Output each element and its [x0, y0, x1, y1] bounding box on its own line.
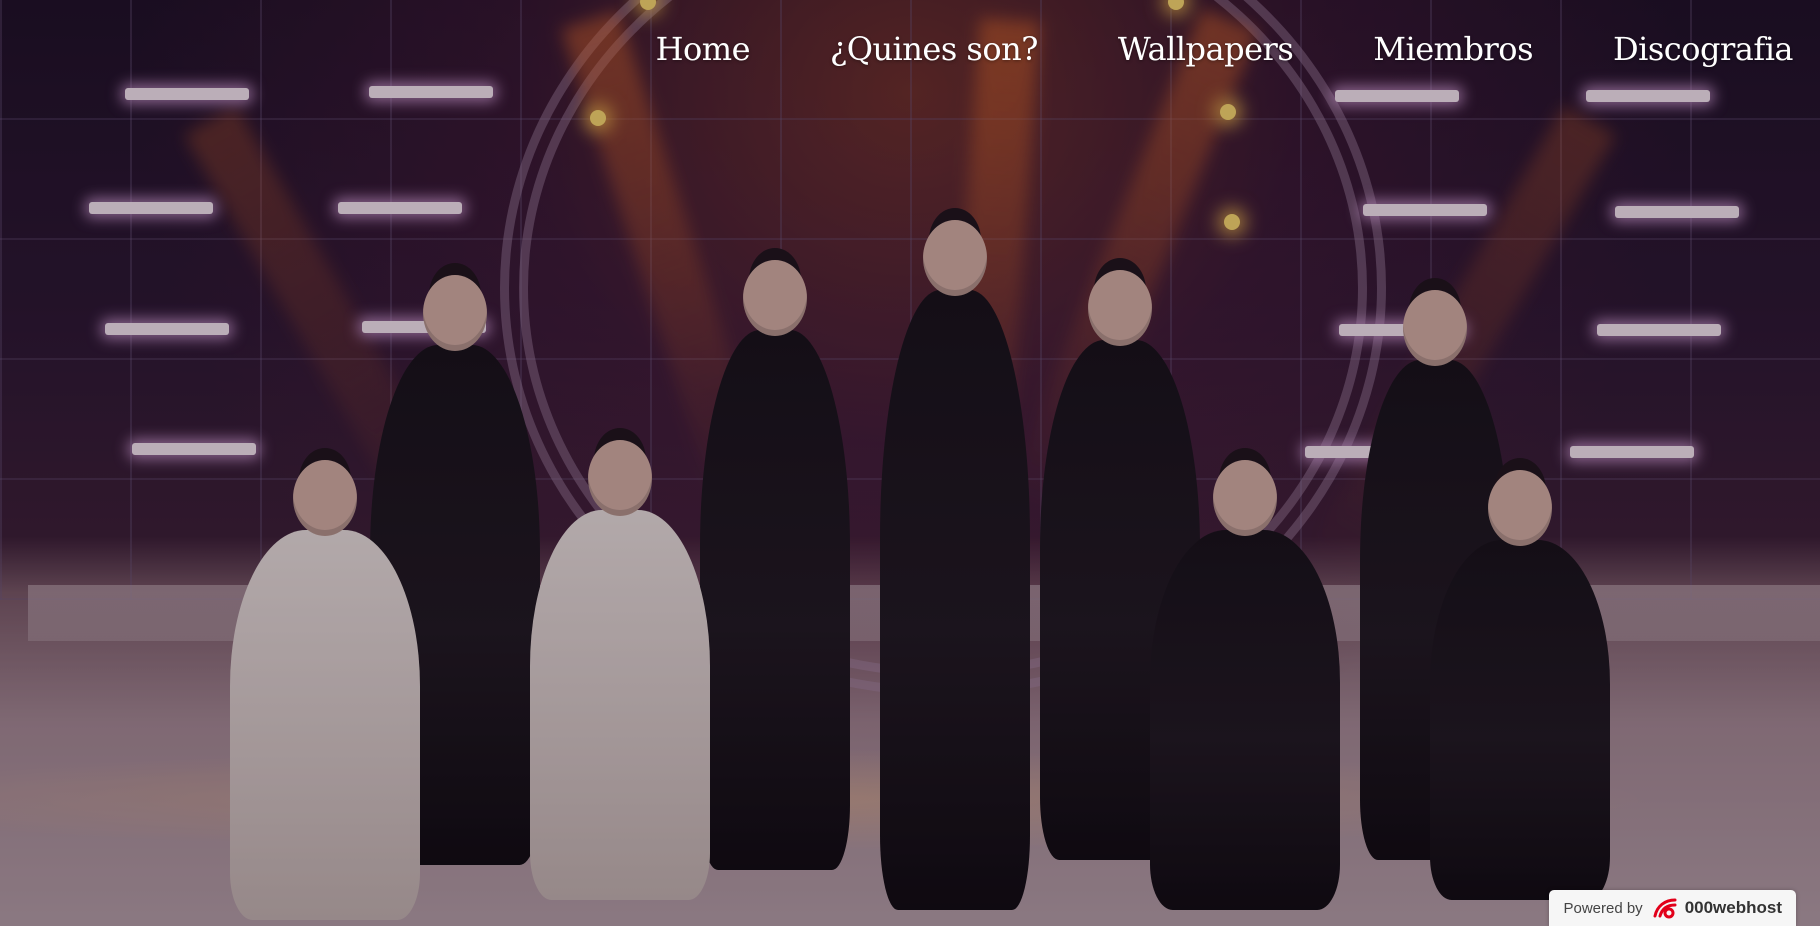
- badge-prefix: Powered by: [1563, 899, 1643, 917]
- nav-quienes-son[interactable]: ¿Quines son?: [830, 30, 1038, 68]
- nav-miembros[interactable]: Miembros: [1373, 30, 1533, 68]
- main-nav: Home ¿Quines son? Wallpapers Miembros Di…: [656, 30, 1794, 68]
- 000webhost-logo-icon: [1653, 898, 1677, 919]
- hosting-badge[interactable]: Powered by 000webhost: [1549, 890, 1796, 926]
- nav-discografia[interactable]: Discografia: [1613, 30, 1794, 68]
- nav-home[interactable]: Home: [656, 30, 751, 68]
- hero-background: [0, 0, 1820, 926]
- dark-overlay: [0, 0, 1820, 926]
- badge-brand: 000webhost: [1684, 898, 1782, 917]
- nav-wallpapers[interactable]: Wallpapers: [1118, 30, 1294, 68]
